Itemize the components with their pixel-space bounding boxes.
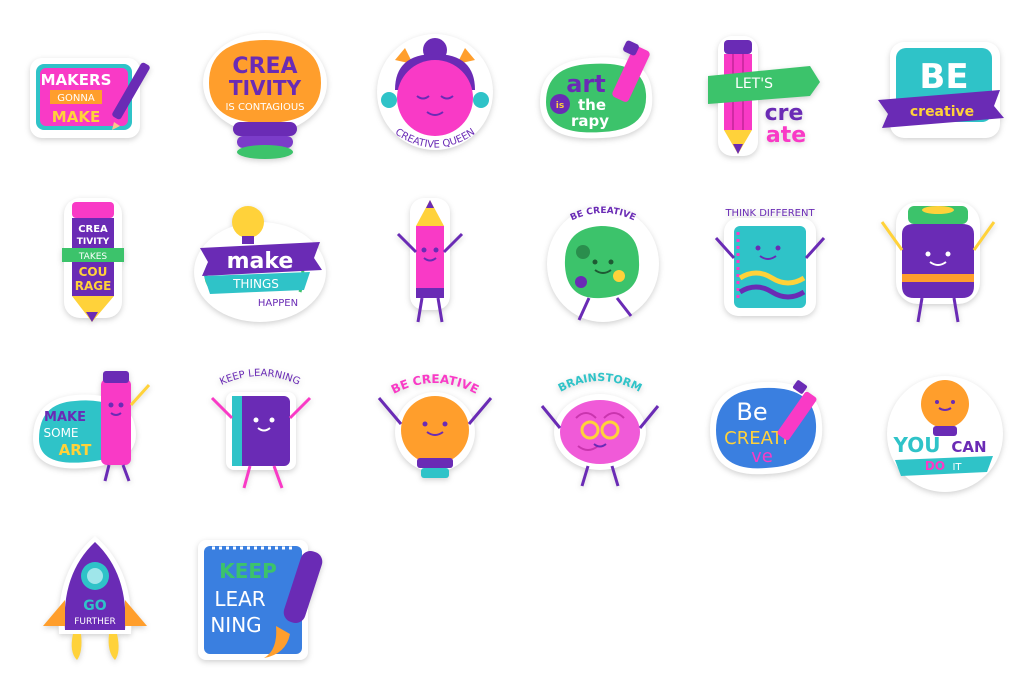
sticker-creativity-takes-courage[interactable]: CREA TIVITY TAKES COU RAGE [22, 192, 162, 332]
sticker-sheet: MAKERS GONNA MAKE CREA TIVITY IS CONTAGI… [0, 0, 1030, 692]
text-go: GO [83, 598, 106, 614]
sticker-pencil-character[interactable] [360, 192, 500, 332]
text-makers: MAKERS [41, 71, 112, 89]
sticker-lets-create[interactable]: LET'S cre ate [700, 30, 840, 170]
text-brainstorm: BRAINSTORM [556, 371, 644, 395]
text-is: is [556, 101, 564, 111]
text-be-2: Be [736, 398, 767, 426]
text-think-different: THINK DIFFERENT [724, 208, 815, 219]
text-it: IT [952, 462, 962, 473]
text-things: THINGS [232, 277, 279, 291]
text-art-2: ART [59, 441, 92, 459]
sticker-be-creative-palette[interactable]: BE CREATIVE [535, 192, 675, 332]
text-ve: ve [751, 446, 773, 467]
text-creative: creative [910, 104, 974, 120]
text-is-contagious: IS CONTAGIOUS [225, 102, 304, 113]
sticker-go-further[interactable]: GO FURTHER [25, 530, 165, 670]
text-make-2: make [227, 249, 294, 274]
text-tivity-2: TIVITY [77, 237, 110, 247]
sticker-art-is-therapy[interactable]: art is the rapy [530, 32, 670, 172]
sticker-be-creative-blob[interactable]: Be CREATI ve [700, 360, 840, 500]
text-keep: KEEP [219, 559, 276, 583]
sticker-make-things-happen[interactable]: make THINGS HAPPEN [190, 192, 330, 332]
text-lets: LET'S [735, 76, 773, 92]
text-be: BE [919, 57, 968, 97]
sticker-makers-gonna-make[interactable]: MAKERS GONNA MAKE [22, 30, 162, 170]
sticker-be-creative-bulb[interactable]: BE CREATIVE [365, 358, 505, 498]
text-do: DO [925, 459, 945, 473]
sticker-think-different[interactable]: THINK DIFFERENT [700, 192, 840, 332]
text-cou: COU [79, 265, 108, 279]
text-further: FURTHER [74, 617, 116, 627]
text-rage: RAGE [75, 279, 112, 293]
text-lear: LEAR [214, 587, 265, 611]
text-some: SOME [44, 426, 79, 440]
text-gonna: GONNA [57, 93, 95, 104]
text-can: CAN [951, 438, 986, 456]
text-keep-learning-book: KEEP LEARNING [218, 368, 301, 388]
sticker-make-some-art[interactable]: MAKE SOME ART [25, 355, 165, 495]
text-art: art [566, 70, 606, 98]
sticker-creative-queen[interactable]: CREATIVE QUEEN [365, 30, 505, 170]
text-happen: HAPPEN [258, 298, 298, 309]
sticker-keep-learning-notebook[interactable]: KEEP LEAR NING [192, 530, 332, 670]
sticker-you-can-do-it[interactable]: YOU CAN DO IT [875, 360, 1015, 500]
sticker-be-creative-banner[interactable]: BE creative [872, 30, 1012, 170]
text-make-3: MAKE [44, 410, 86, 425]
text-you: YOU [892, 433, 940, 457]
sticker-creativity-contagious[interactable]: CREA TIVITY IS CONTAGIOUS [195, 28, 335, 168]
sticker-keep-learning-book[interactable]: KEEP LEARNING [190, 358, 330, 498]
text-ate: ate [766, 123, 806, 148]
text-crea-2: CREA [78, 224, 108, 235]
text-tivity: TIVITY [229, 76, 302, 100]
sticker-paint-jar-character[interactable] [868, 192, 1008, 332]
text-rapy: rapy [571, 112, 609, 130]
text-make: MAKE [52, 108, 100, 126]
text-ning: NING [210, 613, 261, 637]
text-takes: TAKES [78, 252, 108, 262]
sticker-brainstorm[interactable]: BRAINSTORM [530, 358, 670, 498]
